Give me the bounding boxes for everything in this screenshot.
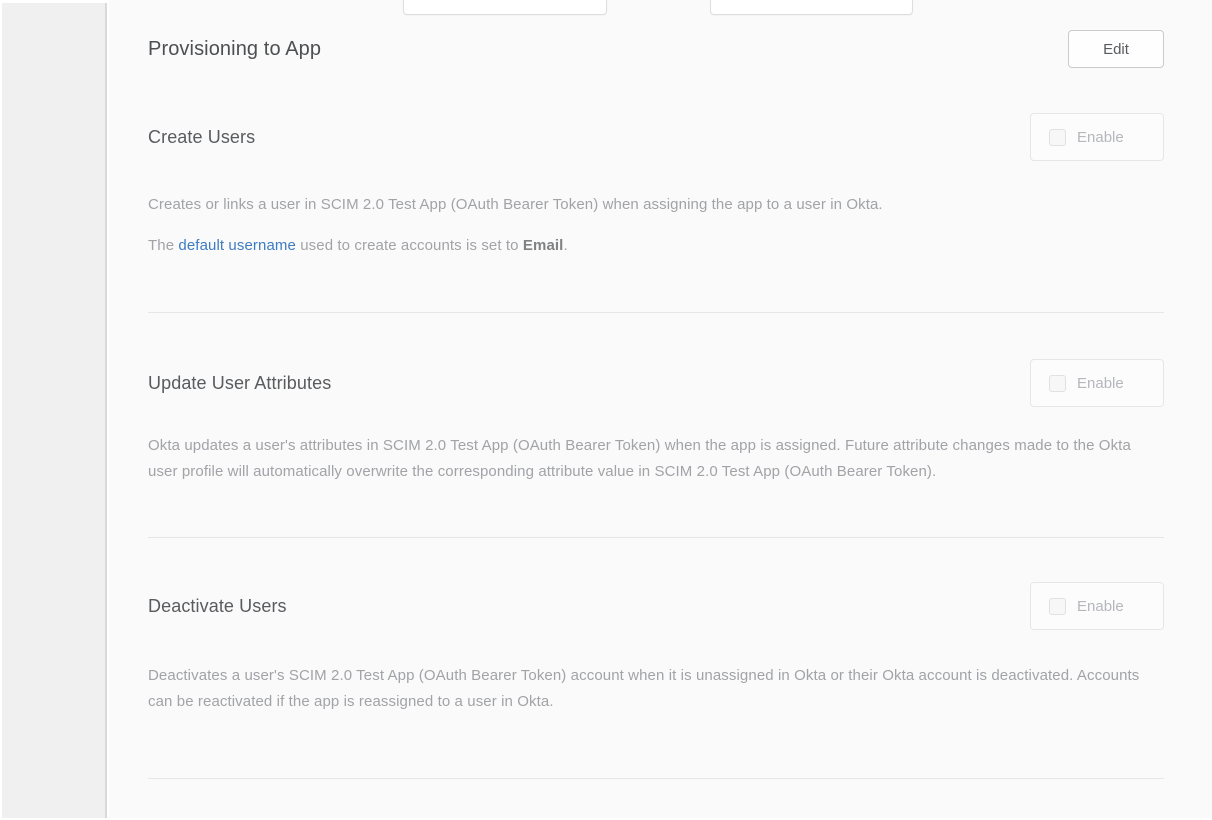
section-update-user-attributes: Update User Attributes Enable Okta updat… <box>148 359 1164 538</box>
checkbox-icon[interactable] <box>1049 598 1066 615</box>
page-title: Provisioning to App <box>148 38 321 61</box>
left-sidebar <box>2 3 107 818</box>
checkbox-icon[interactable] <box>1049 375 1066 392</box>
section-create-users: Create Users Enable Creates or links a u… <box>148 113 1164 313</box>
enable-label: Enable <box>1077 598 1124 615</box>
username-note-middle: used to create accounts is set to <box>296 237 523 254</box>
username-note-suffix: . <box>563 237 567 254</box>
section-divider <box>148 312 1164 313</box>
update-attrs-row: Update User Attributes Enable <box>148 359 1164 407</box>
section-deactivate-users: Deactivate Users Enable Deactivates a us… <box>148 582 1164 779</box>
create-users-enable-toggle[interactable]: Enable <box>1030 113 1164 161</box>
section-header-row: Provisioning to App Edit <box>148 30 1164 68</box>
truncated-field-1[interactable] <box>403 0 607 15</box>
create-users-title: Create Users <box>148 127 255 148</box>
username-note-prefix: The <box>148 237 178 254</box>
update-attrs-enable-toggle[interactable]: Enable <box>1030 359 1164 407</box>
checkbox-icon[interactable] <box>1049 129 1066 146</box>
section-divider <box>148 778 1164 779</box>
section-divider <box>148 537 1164 538</box>
deactivate-users-title: Deactivate Users <box>148 596 287 617</box>
create-users-username-note: The default username used to create acco… <box>148 233 1164 259</box>
edit-button[interactable]: Edit <box>1068 30 1164 68</box>
create-users-description: Creates or links a user in SCIM 2.0 Test… <box>148 192 1164 218</box>
deactivate-users-row: Deactivate Users Enable <box>148 582 1164 630</box>
enable-label: Enable <box>1077 129 1124 146</box>
username-value: Email <box>523 237 564 254</box>
app-window: Provisioning to App Edit Create Users En… <box>0 0 1212 820</box>
truncated-field-2[interactable] <box>710 0 913 15</box>
enable-label: Enable <box>1077 375 1124 392</box>
default-username-link[interactable]: default username <box>178 237 296 254</box>
update-attrs-title: Update User Attributes <box>148 373 331 394</box>
deactivate-users-description: Deactivates a user's SCIM 2.0 Test App (… <box>148 663 1164 715</box>
provisioning-content: Provisioning to App Edit Create Users En… <box>109 30 1212 779</box>
deactivate-users-enable-toggle[interactable]: Enable <box>1030 582 1164 630</box>
provisioning-panel: Provisioning to App Edit Create Users En… <box>109 0 1212 818</box>
update-attrs-description: Okta updates a user's attributes in SCIM… <box>148 433 1164 485</box>
create-users-row: Create Users Enable <box>148 113 1164 161</box>
